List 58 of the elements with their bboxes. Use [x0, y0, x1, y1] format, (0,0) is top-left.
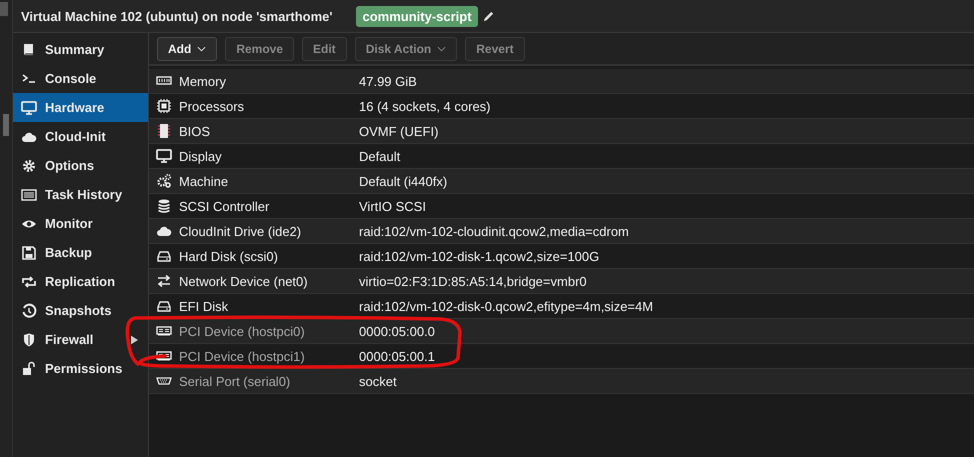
sidebar-item[interactable]: Permissions: [13, 354, 148, 383]
table-cell-text: OVMF (UEFI): [359, 124, 440, 138]
table-cell-text: Memory: [179, 74, 227, 88]
table-cell-text: PCI Device (hostpci1): [179, 348, 306, 364]
sync-icon: [21, 274, 37, 290]
table-cell-text: socket: [359, 374, 398, 388]
monitor-icon: [156, 148, 172, 164]
floppy-icon: [21, 244, 37, 260]
table-cell-text: Machine: [179, 174, 230, 188]
sidebar-item[interactable]: Firewall: [13, 325, 148, 354]
table-cell-text: BIOS: [179, 124, 212, 138]
table-cell-text: EFI Disk: [179, 298, 230, 314]
history-icon: [21, 302, 37, 318]
table-cell-text: CloudInit Drive (ide2): [179, 224, 302, 238]
table-cell-text: PCI Device (hostpci0): [179, 324, 306, 338]
table-cell-text: Processors: [179, 98, 246, 114]
sidebar-item[interactable]: Console: [13, 64, 148, 93]
sidebar-item[interactable]: Replication: [13, 267, 148, 296]
table-cell-text: Hard Disk (scsi0): [179, 248, 279, 264]
monitor-icon: [21, 100, 37, 116]
scrollbar-thumb[interactable]: [3, 114, 9, 136]
shield-icon: [21, 332, 37, 348]
table-cell-text: raid:102/vm-102-cloudinit.qcow2,media=cdrom: [359, 224, 630, 238]
table-cell-text: 0000:05:00.1: [359, 348, 436, 364]
unlock-icon: [21, 360, 37, 376]
table-cell-text: 0000:05:00.0: [359, 324, 436, 338]
tag-badge: community-script: [356, 6, 478, 26]
table-cell-text: 16 (4 sockets, 4 cores): [359, 98, 492, 114]
sidebar-item[interactable]: Summary: [13, 35, 148, 64]
sidebar-item[interactable]: Task History: [13, 180, 148, 209]
gear-icon: [21, 158, 37, 174]
table-cell-text: VirtIO SCSI: [359, 198, 427, 214]
sidebar-item[interactable]: Snapshots: [13, 296, 148, 325]
sidebar-item[interactable]: Hardware: [13, 93, 148, 122]
table-cell-text: virtio=02:F3:1D:85:A5:14,bridge=vmbr0: [359, 274, 588, 288]
table-cell-text: Default (i440fx): [359, 174, 448, 188]
table-cell-text: SCSI Controller: [179, 198, 270, 214]
pencil-icon[interactable]: [482, 10, 495, 22]
expand-arrow-icon[interactable]: [131, 334, 138, 344]
gears-icon: [156, 173, 172, 189]
sidebar-item[interactable]: Backup: [13, 238, 148, 267]
window-title: Virtual Machine 102 (ubuntu) on node 'smarthome': [21, 8, 332, 24]
table-cell-text: Display: [179, 148, 223, 164]
sidebar-item[interactable]: Monitor: [13, 209, 148, 238]
table-cell-text: Default: [359, 148, 402, 164]
toolbar-button[interactable]: Add: [157, 36, 218, 60]
chip-icon: [156, 123, 172, 139]
table-cell-text: raid:102/vm-102-disk-0.qcow2,efitype=4m,size=4M: [359, 298, 654, 314]
database-icon: [156, 198, 172, 214]
sidebar-item[interactable]: Options: [13, 151, 148, 180]
table-cell-text: raid:102/vm-102-disk-1.qcow2,size=100G: [359, 248, 600, 264]
list-icon: [21, 186, 37, 202]
sidebar-item[interactable]: Cloud-Init: [13, 122, 148, 151]
table-cell-text: 47.99 GiB: [359, 74, 418, 88]
arrows-icon: [156, 273, 172, 289]
table-cell-text: Network Device (net0): [179, 274, 309, 288]
table-cell-text: Serial Port (serial0): [179, 374, 292, 388]
chip-icon: [156, 98, 172, 114]
